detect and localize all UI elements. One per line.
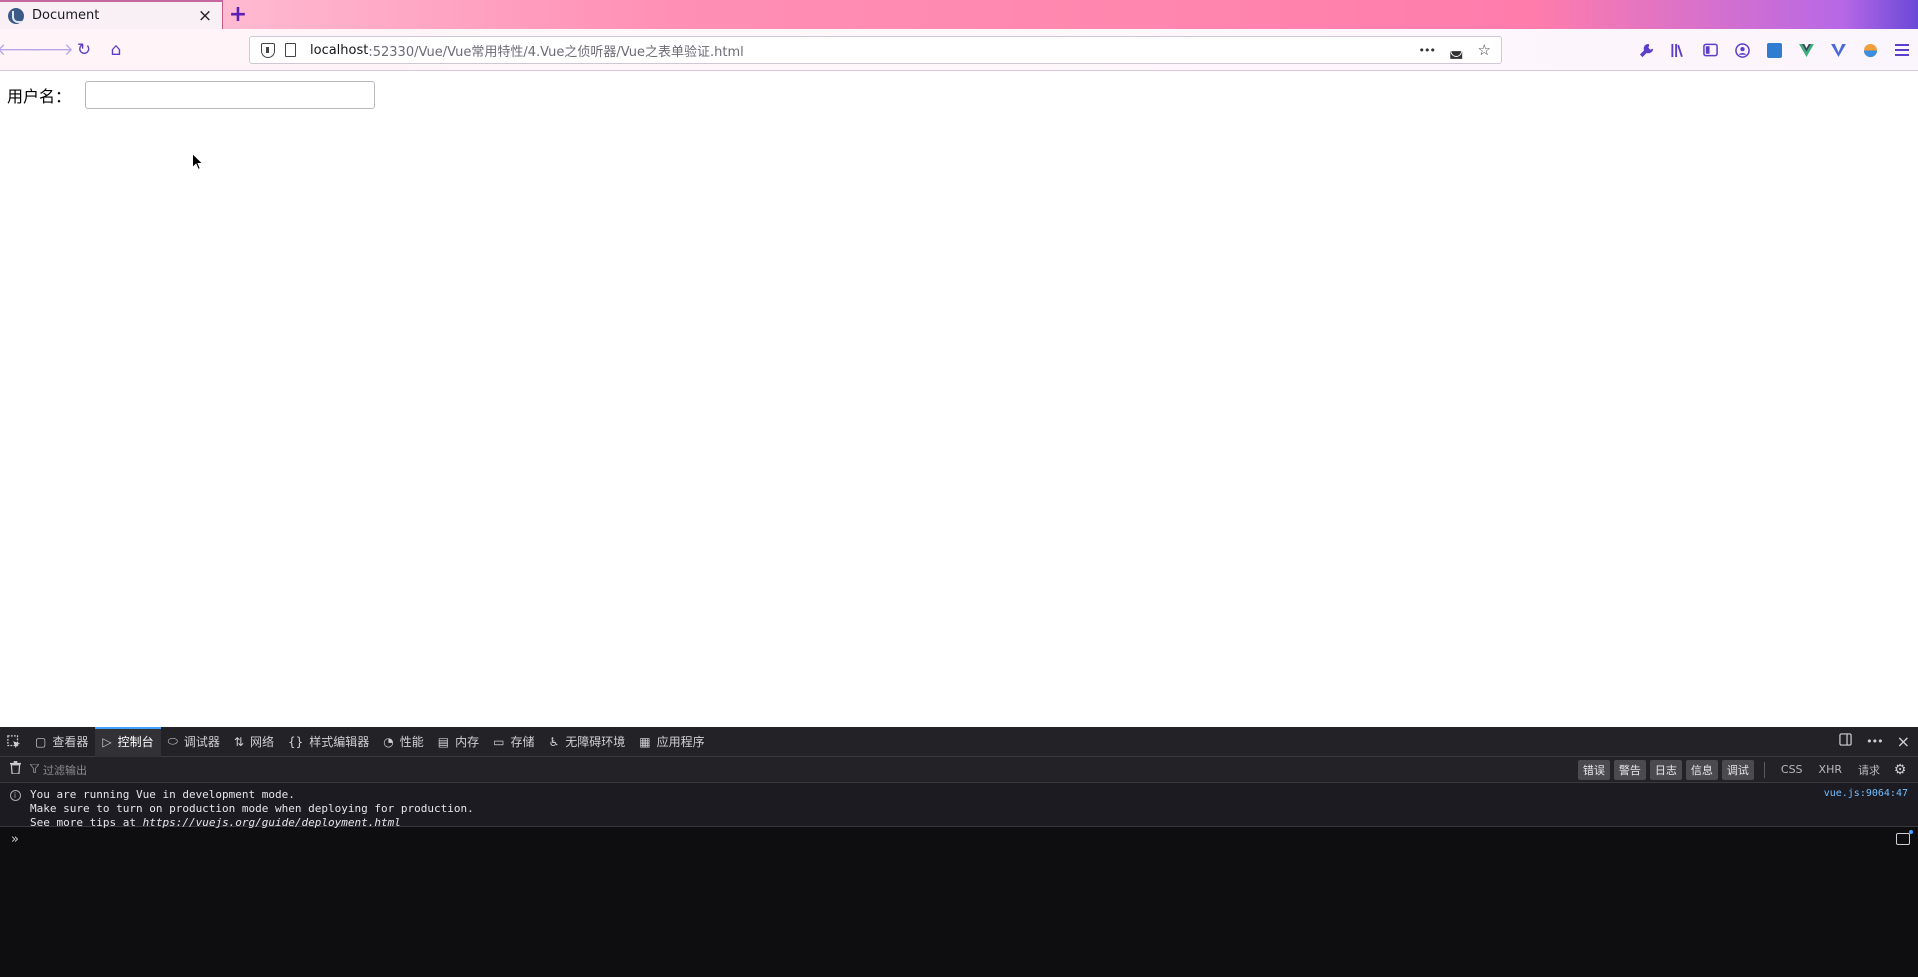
clear-console-trash-icon[interactable] [0,761,30,778]
page-info-icon[interactable] [285,43,296,57]
devtools-tab-application[interactable]: ▦ 应用程序 [632,727,711,757]
style-editor-icon: {} [287,734,304,749]
memory-icon: ▤ [437,734,450,749]
hamburger-menu-icon[interactable] [1886,38,1918,62]
deployment-link[interactable]: https://vuejs.org/guide/deployment.html [143,816,401,829]
devtools-tab-label: 无障碍环境 [565,735,626,749]
extension-globe-icon[interactable] [1854,38,1886,62]
storage-icon: ▭ [493,734,505,749]
console-filter-bar: 过滤输出 错误 警告 日志 信息 调试 CSS XHR 请求 ⚙ [0,757,1918,783]
devtools-panel: ▢ 查看器 ▷ 控制台 ⬭ 调试器 ⇅ 网络 {} 样式编辑器 ◔ 性能 ▤ 内… [0,726,1918,977]
console-icon: ▷ [102,734,112,749]
debugger-icon: ⬭ [167,734,178,748]
filter-funnel-icon [29,763,40,776]
username-input[interactable] [85,81,376,109]
mouse-cursor-icon [192,152,204,173]
extension-blue-icon[interactable] [1758,38,1790,62]
url-path: :52330/Vue/Vue常用特性/4.Vue之侦听器/Vue之表单验证.ht… [368,44,744,60]
devtools-close-icon[interactable]: × [1897,732,1910,751]
divider [1763,761,1765,778]
info-icon: i [0,788,30,826]
tab-close-icon[interactable]: × [196,7,214,25]
devtools-tab-label: 性能 [399,735,424,749]
devtools-tab-inspector[interactable]: ▢ 查看器 [28,727,95,757]
devtools-tab-label: 应用程序 [656,735,705,749]
devtools-tab-label: 内存 [455,735,480,749]
message-line: Make sure to turn on production mode whe… [30,802,474,815]
username-label: 用户名： [7,87,72,106]
network-icon: ⇅ [233,734,244,749]
wrench-icon[interactable] [1630,38,1662,62]
devtools-tab-network[interactable]: ⇅ 网络 [227,727,281,757]
reload-button[interactable]: ↻ [71,38,97,62]
tab-title: Document [32,8,100,23]
devtools-tab-debugger[interactable]: ⬭ 调试器 [161,727,227,757]
editor-mode-toggle-icon[interactable] [1896,830,1913,845]
devtools-tab-label: 调试器 [183,735,220,749]
filter-css-toggle[interactable]: CSS [1775,763,1809,776]
devtools-tab-label: 查看器 [52,735,89,749]
message-source-link[interactable]: vue.js:9064:47 [1824,788,1908,826]
level-error-toggle[interactable]: 错误 [1577,759,1610,780]
filter-output-input[interactable]: 过滤输出 [29,762,87,778]
filter-placeholder: 过滤输出 [43,763,87,777]
devtools-tab-performance[interactable]: ◔ 性能 [376,727,431,757]
vue-devtools-icon[interactable] [1790,38,1822,62]
console-input-row[interactable]: » [0,827,1918,851]
console-settings-gear-icon[interactable]: ⚙ [1890,762,1910,778]
library-icon[interactable] [1662,38,1694,62]
tracking-protection-shield-icon[interactable] [261,42,275,58]
navigation-toolbar: 🡐 🡒 ↻ ⌂ localhost :52330/Vue/Vue常用特性/4.V… [0,29,1918,71]
console-message: i You are running Vue in development mod… [0,783,1918,829]
devtools-tab-memory[interactable]: ▤ 内存 [431,727,486,757]
forward-button[interactable]: 🡒 [28,38,74,62]
accessibility-icon: ♿ [548,734,560,749]
extension-v-icon[interactable] [1822,38,1854,62]
console-message-text: You are running Vue in development mode.… [30,788,474,829]
message-line: You are running Vue in development mode. [30,788,295,801]
devtools-tab-storage[interactable]: ▭ 存储 [486,727,541,757]
bookmark-star-icon[interactable]: ☆ [1478,41,1491,59]
url-bar[interactable]: localhost :52330/Vue/Vue常用特性/4.Vue之侦听器/V… [249,36,1502,64]
new-tab-button[interactable]: + [223,0,253,29]
username-form-row: 用户名： [7,81,376,109]
devtools-tab-accessibility[interactable]: ♿ 无障碍环境 [541,727,632,757]
account-icon[interactable] [1726,38,1758,62]
filter-requests-toggle[interactable]: 请求 [1852,762,1886,778]
level-warning-toggle[interactable]: 警告 [1613,759,1646,780]
level-info-toggle[interactable]: 信息 [1685,759,1718,780]
pocket-icon[interactable]: ◛ [1449,41,1464,59]
devtools-tab-label: 存储 [510,735,535,749]
home-button[interactable]: ⌂ [103,38,129,62]
level-debug-toggle[interactable]: 调试 [1721,759,1754,780]
filter-xhr-toggle[interactable]: XHR [1813,763,1848,776]
console-prompt-icon: » [11,831,19,847]
level-log-toggle[interactable]: 日志 [1649,759,1682,780]
devtools-tab-label: 网络 [249,735,274,749]
devtools-more-icon[interactable]: ••• [1866,735,1883,748]
performance-icon: ◔ [383,734,394,749]
tab-strip: Document × + [0,0,1918,29]
message-line: See more tips at https://vuejs.org/guide… [30,816,474,830]
inspector-icon: ▢ [35,734,47,749]
browser-tab[interactable]: Document × [0,0,223,29]
toolbar-extensions [1630,38,1918,62]
message-prefix: See more tips at [30,816,143,829]
application-icon: ▦ [639,734,651,749]
sidebar-icon[interactable] [1694,38,1726,62]
devtools-tab-label: 控制台 [117,735,154,749]
devtools-tab-bar: ▢ 查看器 ▷ 控制台 ⬭ 调试器 ⇅ 网络 {} 样式编辑器 ◔ 性能 ▤ 内… [0,726,1918,757]
page-content: 用户名： [0,72,1918,727]
devtools-tab-style-editor[interactable]: {} 样式编辑器 [281,727,376,757]
firefox-favicon-icon [8,7,24,24]
dock-side-icon[interactable] [1839,733,1852,750]
devtools-tab-console[interactable]: ▷ 控制台 [95,726,161,757]
url-host: localhost [310,42,369,58]
devtools-tab-label: 样式编辑器 [309,735,370,749]
page-actions-more-icon[interactable]: ••• [1419,44,1436,57]
element-picker-icon[interactable] [0,727,28,757]
